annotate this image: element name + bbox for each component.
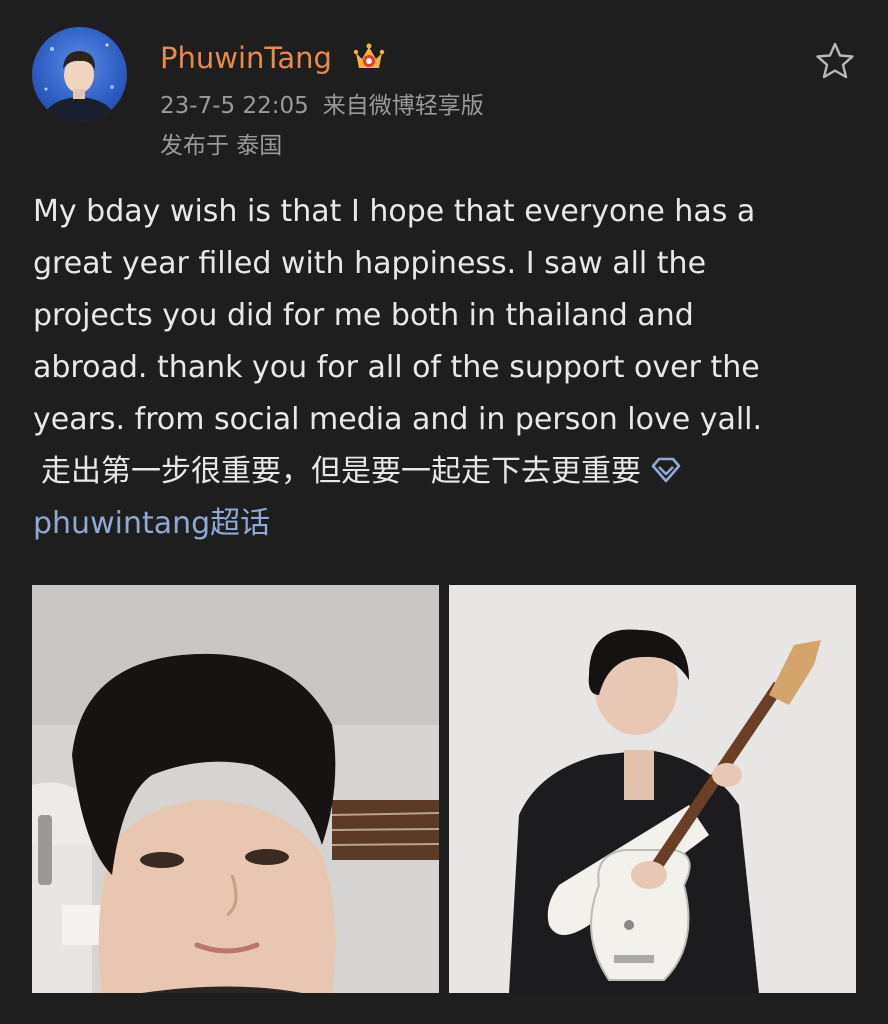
post-timestamp: 23-7-5 22:05: [160, 93, 309, 119]
author-avatar[interactable]: [32, 27, 127, 122]
topic-link[interactable]: phuwintang超话: [33, 506, 270, 541]
post-text-line: great year filled with happiness. I saw …: [33, 246, 707, 281]
post-body: My bday wish is that I hope that everyon…: [33, 186, 853, 550]
chinese-text: 走出第一步很重要，但是要一起走下去更重要: [41, 454, 641, 489]
post-text-chinese: 走出第一步很重要，但是要一起走下去更重要: [33, 446, 853, 498]
photo-guitar-portrait[interactable]: [449, 585, 856, 993]
post-text-line: abroad. thank you for all of the support…: [33, 350, 760, 385]
guitar-image: [449, 585, 856, 993]
post-source[interactable]: 来自微博轻享版: [323, 93, 484, 119]
diamond-icon[interactable]: [649, 456, 683, 484]
crown-vip-icon: [353, 43, 385, 68]
photo-portrait-closeup[interactable]: [32, 585, 439, 993]
portrait-image: [32, 585, 439, 993]
post-text-line: years. from social media and in person l…: [33, 402, 763, 437]
post-text-line: projects you did for me both in thailand…: [33, 298, 694, 333]
post-text-line: My bday wish is that I hope that everyon…: [33, 194, 756, 229]
post-meta: 23-7-5 22:05 来自微博轻享版: [160, 91, 484, 121]
post-location: 发布于 泰国: [160, 133, 283, 159]
star-outline-icon[interactable]: [814, 40, 856, 82]
author-name[interactable]: PhuwinTang: [160, 38, 332, 78]
avatar-photo: [42, 43, 117, 122]
